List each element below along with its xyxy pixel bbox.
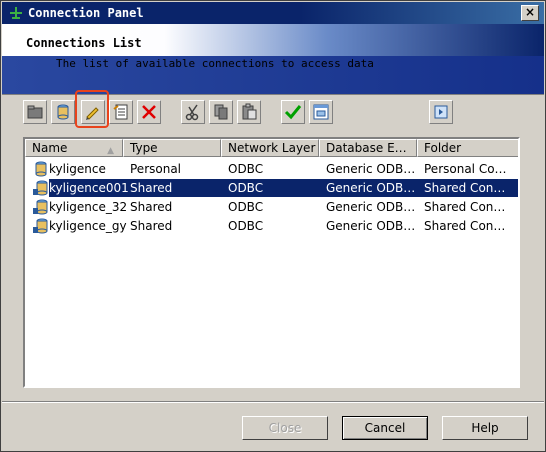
delete-button[interactable] (137, 100, 161, 124)
copy-button[interactable] (209, 100, 233, 124)
highlight-box (75, 90, 109, 128)
personal-database-icon (35, 161, 47, 177)
shared-database-icon (33, 218, 48, 234)
header-banner: Connections List The list of available c… (2, 24, 544, 95)
row-network: ODBC (228, 181, 264, 195)
shared-database-icon (33, 180, 48, 196)
header-title: Connections List (26, 36, 142, 50)
delete-icon (142, 105, 156, 119)
copy-icon (214, 104, 228, 120)
connection-panel-window: Connection Panel × Connections List The … (0, 0, 546, 452)
cancel-button[interactable]: Cancel (342, 416, 428, 440)
list-row[interactable]: kyligence_32 Shared ODBC Generic ODB… Sh… (27, 198, 518, 216)
column-folder[interactable]: Folder (417, 139, 518, 157)
connection-info-button[interactable] (309, 100, 333, 124)
row-type: Personal (130, 162, 182, 176)
row-name: kyligence (49, 162, 106, 176)
row-name: kyligence_gy (49, 219, 127, 233)
column-name-label: Name (32, 141, 68, 155)
list-row[interactable]: kyligence_gy Shared ODBC Generic ODB… Sh… (27, 217, 518, 235)
row-name: kyligence_32 (49, 200, 128, 214)
properties-button[interactable] (109, 100, 133, 124)
window-title: Connection Panel (28, 6, 144, 20)
properties-icon (113, 104, 128, 120)
folder-icon (27, 105, 43, 119)
paste-button[interactable] (237, 100, 261, 124)
database-icon (57, 104, 69, 120)
sort-ascending-icon: ▲ (107, 146, 114, 156)
row-type: Shared (130, 181, 173, 195)
test-connection-button[interactable] (281, 100, 305, 124)
row-folder: Shared Con… (424, 200, 506, 214)
cut-button[interactable] (181, 100, 205, 124)
scissors-icon (185, 104, 199, 121)
row-type: Shared (130, 200, 173, 214)
close-button[interactable]: Close (242, 416, 328, 440)
checkmark-icon (284, 105, 302, 120)
row-name: kyligence001 (49, 181, 129, 195)
new-folder-button[interactable] (23, 100, 47, 124)
header-subtitle: The list of available connections to acc… (56, 57, 374, 70)
row-folder: Personal Co… (424, 162, 507, 176)
row-database: Generic ODB… (326, 181, 416, 195)
select-button[interactable] (429, 100, 453, 124)
row-network: ODBC (228, 200, 264, 214)
column-database-engine[interactable]: Database E… (319, 139, 417, 157)
footer-divider (2, 401, 544, 403)
row-database: Generic ODB… (326, 162, 416, 176)
column-type[interactable]: Type (123, 139, 221, 157)
row-network: ODBC (228, 162, 264, 176)
window-close-button[interactable]: × (521, 5, 539, 21)
row-database: Generic ODB… (326, 219, 416, 233)
list-row[interactable]: kyligence Personal ODBC Generic ODB… Per… (27, 160, 518, 178)
list-row[interactable]: kyligence001 Shared ODBC Generic ODB… Sh… (27, 179, 518, 197)
help-button[interactable]: Help (442, 416, 528, 440)
row-folder: Shared Con… (424, 219, 506, 233)
column-name[interactable]: Name ▲ (25, 139, 123, 157)
row-type: Shared (130, 219, 173, 233)
paste-icon (242, 103, 257, 120)
row-network: ODBC (228, 219, 264, 233)
connections-list[interactable]: Name ▲ Type Network Layer Database E… Fo… (23, 137, 520, 388)
row-database: Generic ODB… (326, 200, 416, 214)
list-header: Name ▲ Type Network Layer Database E… Fo… (25, 139, 518, 157)
window-icon (313, 104, 329, 120)
select-icon (434, 105, 448, 119)
shared-database-icon (33, 199, 48, 215)
plug-icon (10, 7, 22, 19)
title-bar[interactable]: Connection Panel × (2, 2, 544, 24)
row-folder: Shared Con… (424, 181, 506, 195)
new-connection-button[interactable] (51, 100, 75, 124)
column-network-layer[interactable]: Network Layer (221, 139, 319, 157)
